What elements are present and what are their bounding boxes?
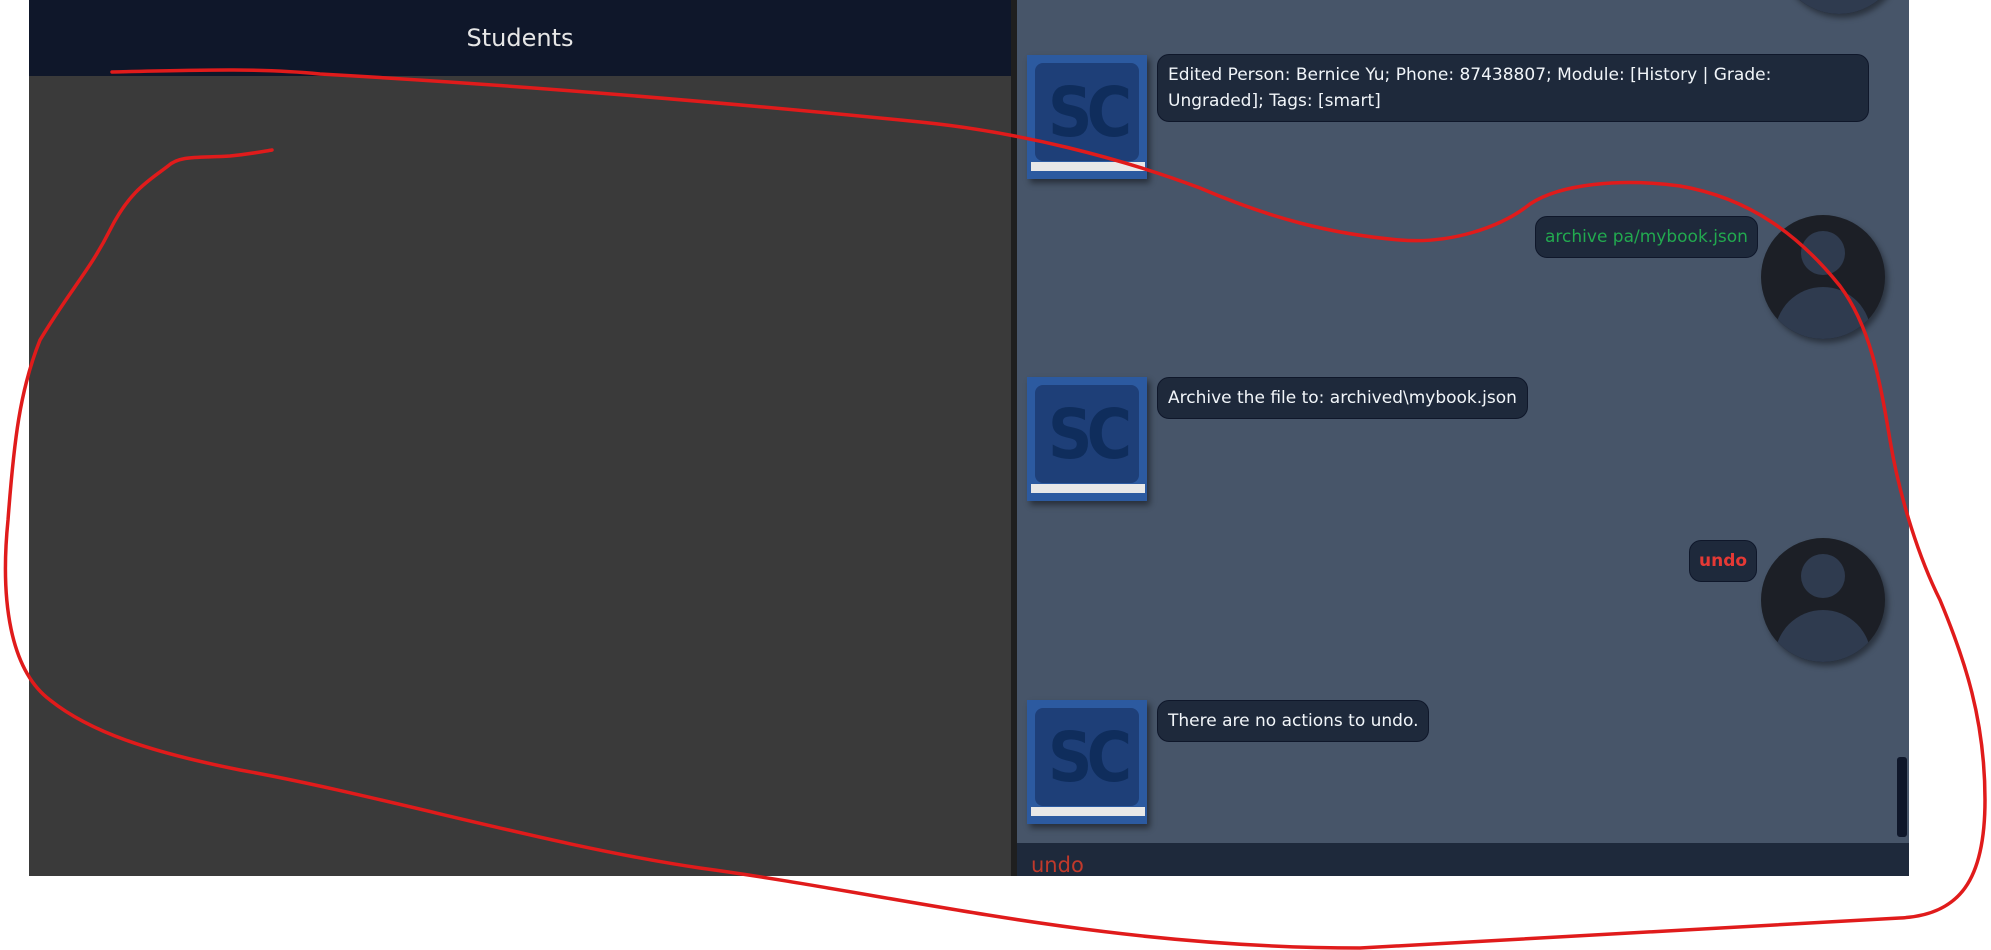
user-command-message: archive pa/mybook.json	[1535, 216, 1758, 258]
command-input[interactable]	[1031, 851, 1891, 876]
app-window: Students SC Edited Person: Bernice Yu; P…	[29, 0, 1909, 876]
bot-logo: SC	[1047, 71, 1132, 153]
bot-avatar: SC	[1027, 700, 1147, 824]
user-command-text: undo	[1699, 551, 1748, 571]
bot-avatar: SC	[1027, 55, 1147, 179]
bot-avatar: SC	[1027, 377, 1147, 501]
bot-message: Edited Person: Bernice Yu; Phone: 874388…	[1157, 54, 1869, 122]
user-command-text: archive pa/mybook.json	[1545, 227, 1748, 247]
students-panel: Students	[29, 0, 1011, 876]
user-command-message: undo	[1689, 540, 1758, 582]
user-avatar	[1761, 538, 1885, 662]
bot-logo: SC	[1047, 393, 1132, 475]
bot-message: Archive the file to: archived\mybook.jso…	[1157, 377, 1528, 419]
chat-panel: SC Edited Person: Bernice Yu; Phone: 874…	[1017, 0, 1909, 876]
user-avatar	[1761, 215, 1885, 339]
command-box	[1017, 843, 1909, 876]
chat-scrollbar[interactable]	[1897, 757, 1907, 837]
students-title: Students	[466, 24, 574, 52]
bot-logo: SC	[1047, 716, 1132, 798]
bot-message: There are no actions to undo.	[1157, 700, 1430, 742]
students-header: Students	[29, 0, 1011, 76]
user-avatar	[1777, 0, 1901, 14]
